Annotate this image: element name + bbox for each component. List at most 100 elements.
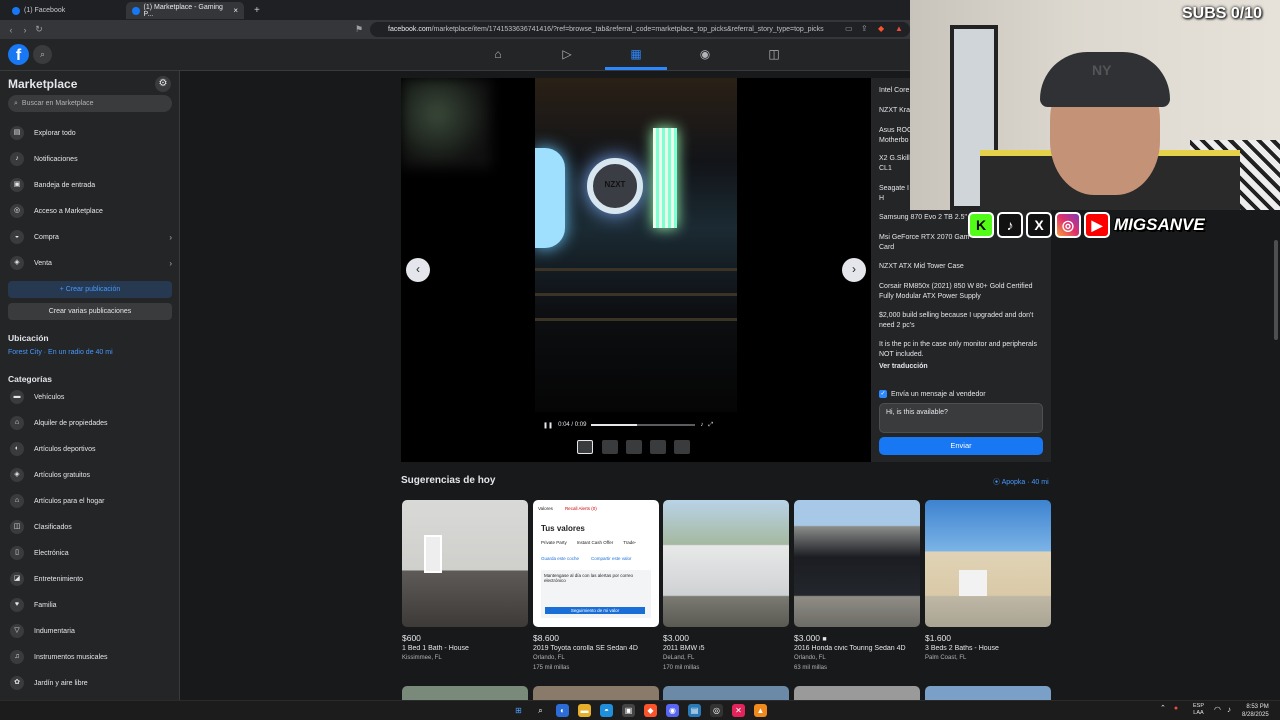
close-tab-icon[interactable]: × [233, 6, 238, 15]
category-item[interactable]: ⌂ Artículos para el hogar [8, 490, 172, 512]
suggestion-card[interactable]: $3.000 ■ 2016 Honda civic Touring Sedan … [794, 500, 920, 671]
spec-line: It is the pc in the case only monitor an… [879, 341, 1037, 358]
volume-icon[interactable]: ♪ [700, 422, 703, 428]
gaming-icon[interactable]: ◫ [764, 45, 784, 63]
sidebar-item-sell[interactable]: ◈ Venta › [8, 252, 172, 274]
suggestion-card[interactable]: $3.000 2011 BMW i5 DeLand, FL 170 mil mi… [663, 500, 789, 671]
sidebar-item-access[interactable]: ◎ Acceso a Marketplace [8, 200, 172, 222]
suggestion-card[interactable]: Valores Recall Alerts (0) Tus valores Pr… [533, 500, 659, 671]
card-title: 2011 BMW i5 [663, 645, 705, 652]
fullscreen-icon[interactable]: ⤢ [708, 422, 713, 429]
category-item[interactable]: ▬ Vehículos [8, 386, 172, 408]
media-thumbnail[interactable] [577, 440, 593, 454]
video-icon[interactable]: ▷ [557, 45, 577, 63]
volume-icon[interactable]: ♪ [1227, 705, 1231, 714]
reload-icon[interactable]: ↻ [32, 24, 46, 35]
app-icon[interactable]: ▤ [688, 704, 701, 717]
brave-icon[interactable]: ◆ [644, 704, 657, 717]
category-item[interactable]: ✿ Jardín y aire libre [8, 672, 172, 694]
edge-icon[interactable]: ◓ [600, 704, 613, 717]
location-link[interactable]: Forest City · En un radio de 40 mi [8, 349, 113, 356]
suggestions-location-link[interactable]: ⦿ Apopka · 40 mi [993, 477, 1049, 487]
vlc-icon[interactable]: ▲ [754, 704, 767, 717]
message-seller-checkbox[interactable]: ✓ Envía un mensaje al vendedor [879, 390, 986, 398]
next-row-photo[interactable] [402, 686, 528, 700]
category-item[interactable]: ◈ Artículos gratuitos [8, 464, 172, 486]
clock[interactable]: 8:53 PM 8/28/2025 [1242, 703, 1269, 719]
category-item[interactable]: ⌂ Alquiler de propiedades [8, 412, 172, 434]
marketplace-search-input[interactable]: ⌕ Buscar en Marketplace [8, 95, 172, 112]
home-icon[interactable]: ⌂ [488, 45, 508, 63]
suggestion-card[interactable]: $600 1 Bed 1 Bath - House Kissimmee, FL [402, 500, 528, 661]
video-progress-bar[interactable] [591, 424, 696, 426]
sidebar-item-inbox[interactable]: ▣ Bandeja de entrada [8, 174, 172, 196]
store-icon[interactable]: ▣ [622, 704, 635, 717]
create-multiple-listings-button[interactable]: Crear varias publicaciones [8, 303, 172, 320]
message-input[interactable]: Hi, is this available? [879, 403, 1043, 433]
windows-taskbar: ⊞ ⌕ ◐ ▬ ◓ ▣ ◆ ◉ ▤ ◎ ✕ ▲ ⌃ ● ESP LAA ◠ ♪ … [0, 700, 1280, 720]
card-title: 2016 Honda civic Touring Sedan 4D [794, 645, 906, 652]
search-icon[interactable]: ⌕ [33, 45, 52, 64]
url-field[interactable]: facebook.com/marketplace/item/1741533636… [370, 22, 910, 37]
previous-image-button[interactable]: ‹ [406, 258, 430, 282]
language-indicator[interactable]: ESP LAA [1193, 703, 1204, 717]
start-icon[interactable]: ⊞ [512, 704, 525, 717]
category-item[interactable]: ▽ Indumentaria [8, 620, 172, 642]
category-item[interactable]: ♥ Familia [8, 594, 172, 616]
back-icon[interactable]: ‹ [4, 25, 18, 35]
groups-icon[interactable]: ◉ [695, 45, 715, 63]
gear-icon[interactable]: ⚙ [155, 76, 171, 92]
next-image-button[interactable]: › [842, 258, 866, 282]
browser-tab-facebook[interactable]: (1) Facebook [6, 2, 121, 19]
discord-icon[interactable]: ◉ [666, 704, 679, 717]
bookmark-icon[interactable]: ⚑ [352, 24, 366, 35]
install-icon[interactable]: ▭ [845, 24, 854, 33]
facebook-logo[interactable]: f [8, 44, 29, 65]
page-scrollbar[interactable] [1272, 210, 1280, 700]
listing-video[interactable]: NZXT [535, 78, 737, 412]
share-icon[interactable]: ⇪ [861, 24, 870, 33]
wifi-icon[interactable]: ◠ [1214, 705, 1221, 714]
see-translation-link[interactable]: Ver traducción [879, 363, 928, 370]
brave-shield-icon[interactable]: ◆ [878, 24, 887, 33]
browser-tab-marketplace[interactable]: (1) Marketplace - Gaming P... × [126, 2, 244, 19]
next-row-photo[interactable] [794, 686, 920, 700]
spec-line: NZXT ATX Mid Tower Case [879, 263, 964, 270]
mic-icon[interactable]: ● [1174, 705, 1178, 712]
media-thumbnail[interactable] [602, 440, 618, 454]
category-label: Electrónica [34, 549, 69, 557]
forward-icon[interactable]: › [18, 25, 32, 35]
store-icon: ▤ [10, 126, 24, 140]
pause-icon[interactable]: ❚❚ [543, 422, 553, 429]
category-item[interactable]: ◫ Clasificados [8, 516, 172, 538]
scrollbar-thumb[interactable] [1274, 240, 1278, 340]
capcut-icon[interactable]: ✕ [732, 704, 745, 717]
search-icon[interactable]: ⌕ [534, 704, 547, 717]
create-listing-button[interactable]: + Crear publicación [8, 281, 172, 298]
new-tab-button[interactable]: + [248, 2, 264, 19]
sidebar-item-explore[interactable]: ▤ Explorar todo [8, 122, 172, 144]
card-price: $3.000 ■ [794, 633, 920, 643]
suggestion-card[interactable]: $1.600 3 Beds 2 Baths - House Palm Coast… [925, 500, 1051, 661]
send-button[interactable]: Enviar [879, 437, 1043, 455]
marketplace-icon[interactable]: ▦ [626, 45, 646, 63]
sidebar-item-notifications[interactable]: ♪ Notificaciones [8, 148, 172, 170]
media-thumbnail[interactable] [626, 440, 642, 454]
next-row-photo[interactable] [533, 686, 659, 700]
category-item[interactable]: ◪ Entretenimiento [8, 568, 172, 590]
next-row-photo[interactable] [925, 686, 1051, 700]
category-item[interactable]: ◐ Artículos deportivos [8, 438, 172, 460]
media-thumbnail[interactable] [650, 440, 666, 454]
copilot-icon[interactable]: ◐ [556, 704, 569, 717]
media-thumbnail[interactable] [674, 440, 690, 454]
obs-icon[interactable]: ◎ [710, 704, 723, 717]
file-explorer-icon[interactable]: ▬ [578, 704, 591, 717]
sidebar-item-buy[interactable]: ◒ Compra › [8, 226, 172, 248]
listing-photo [663, 500, 789, 627]
next-row-photo[interactable] [663, 686, 789, 700]
extension-icon[interactable]: ▲ [895, 24, 904, 33]
category-item[interactable]: ▯ Electrónica [8, 542, 172, 564]
category-item[interactable]: ♫ Instrumentos musicales [8, 646, 172, 668]
card-location: Kissimmee, FL [402, 655, 442, 661]
chevron-up-icon[interactable]: ⌃ [1160, 704, 1166, 712]
